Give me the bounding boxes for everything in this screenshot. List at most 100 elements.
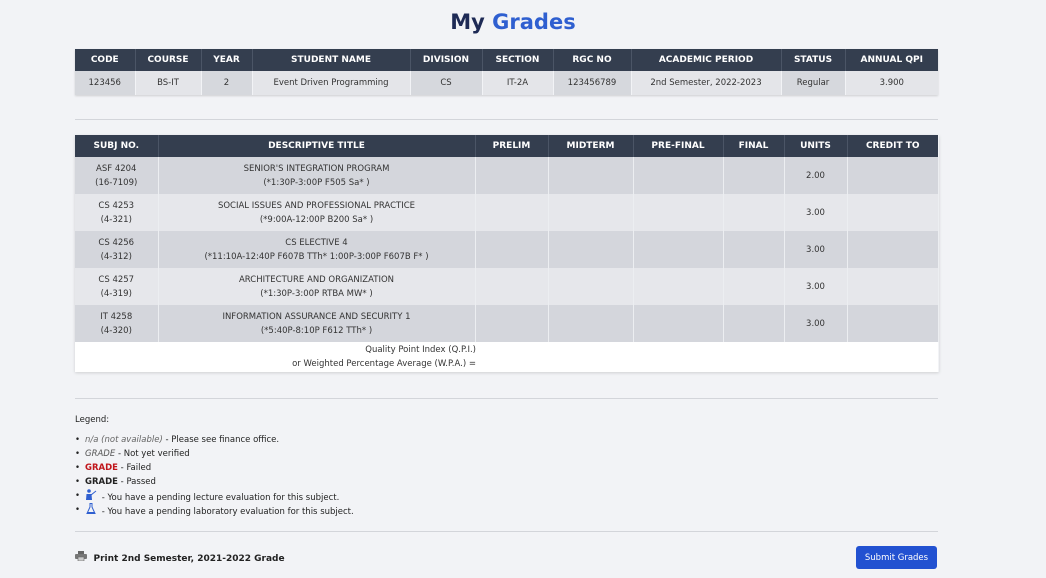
units-cell: 2.00: [784, 157, 848, 194]
value-rgc-no: 123456789: [553, 71, 632, 95]
midterm-cell: [548, 157, 634, 194]
value-code: 123456: [75, 71, 136, 95]
value-section: IT-2A: [482, 71, 554, 95]
midterm-cell: [548, 231, 634, 268]
value-student-name: Event Driven Programming: [252, 71, 411, 95]
value-course: BS-IT: [135, 71, 202, 95]
legend-title: Legend:: [75, 415, 110, 425]
pre-final-cell: [633, 305, 724, 342]
legend-passed-desc: - Passed: [120, 477, 156, 487]
final-cell: [723, 194, 785, 231]
final-cell: [723, 157, 785, 194]
table-row: CS 4253 (4-321) SOCIAL ISSUES AND PROFESS…: [75, 194, 939, 231]
subject-title: SENIOR'S INTEGRATION PROGRAM: [243, 163, 390, 174]
legend-passed-label: GRADE: [85, 477, 118, 487]
credit-to-cell: [847, 194, 939, 231]
page-title-word-1: My: [450, 10, 485, 34]
midterm-cell: [548, 268, 634, 305]
final-cell: [723, 231, 785, 268]
legend-item-not-verified: GRADE - Not yet verified: [75, 447, 354, 461]
subject-schedule: (*11:10A-12:40P F607B TTh* 1:00P-3:00P F…: [204, 251, 429, 262]
final-cell: [723, 268, 785, 305]
legend-lab-desc: - You have a pending laboratory evaluati…: [101, 507, 354, 517]
subject-number-cell: IT 4258 (4-320): [75, 305, 159, 342]
info-value-row: 123456 BS-IT 2 Event Driven Programming …: [75, 71, 938, 95]
descriptive-title-cell: SENIOR'S INTEGRATION PROGRAM (*1:30P-3:00…: [158, 157, 476, 194]
qpi-label: Quality Point Index (Q.P.I.) or Weighted…: [75, 342, 938, 372]
midterm-cell: [548, 305, 634, 342]
subject-code: (4-320): [100, 325, 132, 336]
legend-failed-label: GRADE: [85, 463, 118, 473]
header-descriptive-title: DESCRIPTIVE TITLE: [158, 135, 476, 157]
header-course: COURSE: [135, 49, 202, 71]
subject-number: CS 4256: [98, 237, 135, 248]
subject-code: (16-7109): [95, 177, 138, 188]
divider: [75, 119, 938, 120]
prelim-cell: [475, 305, 549, 342]
table-row: ASF 4204 (16-7109) SENIOR'S INTEGRATION P…: [75, 157, 939, 194]
header-credit-to: CREDIT TO: [847, 135, 938, 157]
legend-failed-desc: - Failed: [120, 463, 152, 473]
units-cell: 3.00: [784, 231, 848, 268]
final-cell: [723, 305, 785, 342]
print-grade-link[interactable]: Print 2nd Semester, 2021-2022 Grade: [75, 551, 285, 564]
header-student-name: STUDENT NAME: [252, 49, 411, 71]
student-info-table: CODE COURSE YEAR STUDENT NAME DIVISION S…: [75, 49, 938, 95]
value-annual-qpi: 3.900: [845, 71, 938, 95]
subject-schedule: (*9:00A-12:00P B200 Sa* ): [259, 214, 374, 225]
header-academic-period: ACADEMIC PERIOD: [631, 49, 782, 71]
subject-title: SOCIAL ISSUES AND PROFESSIONAL PRACTICE: [217, 200, 416, 211]
descriptive-title-cell: CS ELECTIVE 4 (*11:10A-12:40P F607B TTh* …: [158, 231, 476, 268]
header-subj-no: SUBJ NO.: [75, 135, 159, 157]
table-row: IT 4258 (4-320) INFORMATION ASSURANCE AND…: [75, 305, 939, 342]
header-code: CODE: [75, 49, 136, 71]
legend-na-desc: - Please see finance office.: [165, 435, 280, 445]
subject-number: ASF 4204: [96, 163, 137, 174]
descriptive-title-cell: SOCIAL ISSUES AND PROFESSIONAL PRACTICE (…: [158, 194, 476, 231]
header-annual-qpi: ANNUAL QPI: [845, 49, 938, 71]
subject-number: CS 4253: [98, 200, 135, 211]
subject-number: IT 4258: [100, 311, 133, 322]
descriptive-title-cell: INFORMATION ASSURANCE AND SECURITY 1 (*5:…: [158, 305, 476, 342]
pre-final-cell: [633, 157, 724, 194]
credit-to-cell: [847, 157, 939, 194]
prelim-cell: [475, 268, 549, 305]
header-section: SECTION: [482, 49, 554, 71]
header-pre-final: PRE-FINAL: [633, 135, 724, 157]
page-title-word-2: Grades: [492, 10, 576, 34]
subject-code: (4-321): [100, 214, 132, 225]
subject-title: INFORMATION ASSURANCE AND SECURITY 1: [222, 311, 411, 322]
credit-to-cell: [847, 231, 939, 268]
legend-item-lecture-eval: - You have a pending lecture evaluation …: [75, 489, 354, 503]
divider: [75, 398, 938, 399]
legend-item-na: n/a (not available) - Please see finance…: [75, 433, 354, 447]
subject-number-cell: CS 4257 (4-319): [75, 268, 159, 305]
subject-number: CS 4257: [98, 274, 135, 285]
header-midterm: MIDTERM: [548, 135, 634, 157]
midterm-cell: [548, 194, 634, 231]
pre-final-cell: [633, 231, 724, 268]
subject-title: CS ELECTIVE 4: [285, 237, 348, 248]
legend-na-label: n/a (not available): [85, 435, 163, 445]
value-division: CS: [410, 71, 483, 95]
subject-number-cell: ASF 4204 (16-7109): [75, 157, 159, 194]
page-title: My Grades: [0, 10, 1026, 34]
value-year: 2: [201, 71, 253, 95]
header-year: YEAR: [201, 49, 253, 71]
print-grade-label[interactable]: Print 2nd Semester, 2021-2022 Grade: [93, 554, 284, 564]
header-rgc-no: RGC NO: [553, 49, 632, 71]
prelim-cell: [475, 157, 549, 194]
header-final: FINAL: [723, 135, 785, 157]
subject-title: ARCHITECTURE AND ORGANIZATION: [238, 274, 395, 285]
pre-final-cell: [633, 268, 724, 305]
subject-number-cell: CS 4256 (4-312): [75, 231, 159, 268]
subject-code: (4-319): [100, 288, 132, 299]
grades-header-row: SUBJ NO. DESCRIPTIVE TITLE PRELIM MIDTER…: [75, 135, 938, 157]
units-cell: 3.00: [784, 268, 848, 305]
pre-final-cell: [633, 194, 724, 231]
submit-grades-button[interactable]: Submit Grades: [856, 546, 937, 569]
legend: Legend: n/a (not available) - Please see…: [75, 415, 354, 517]
legend-item-failed: GRADE - Failed: [75, 461, 354, 475]
legend-item-lab-eval: - You have a pending laboratory evaluati…: [75, 503, 354, 517]
grades-table: SUBJ NO. DESCRIPTIVE TITLE PRELIM MIDTER…: [75, 135, 939, 372]
